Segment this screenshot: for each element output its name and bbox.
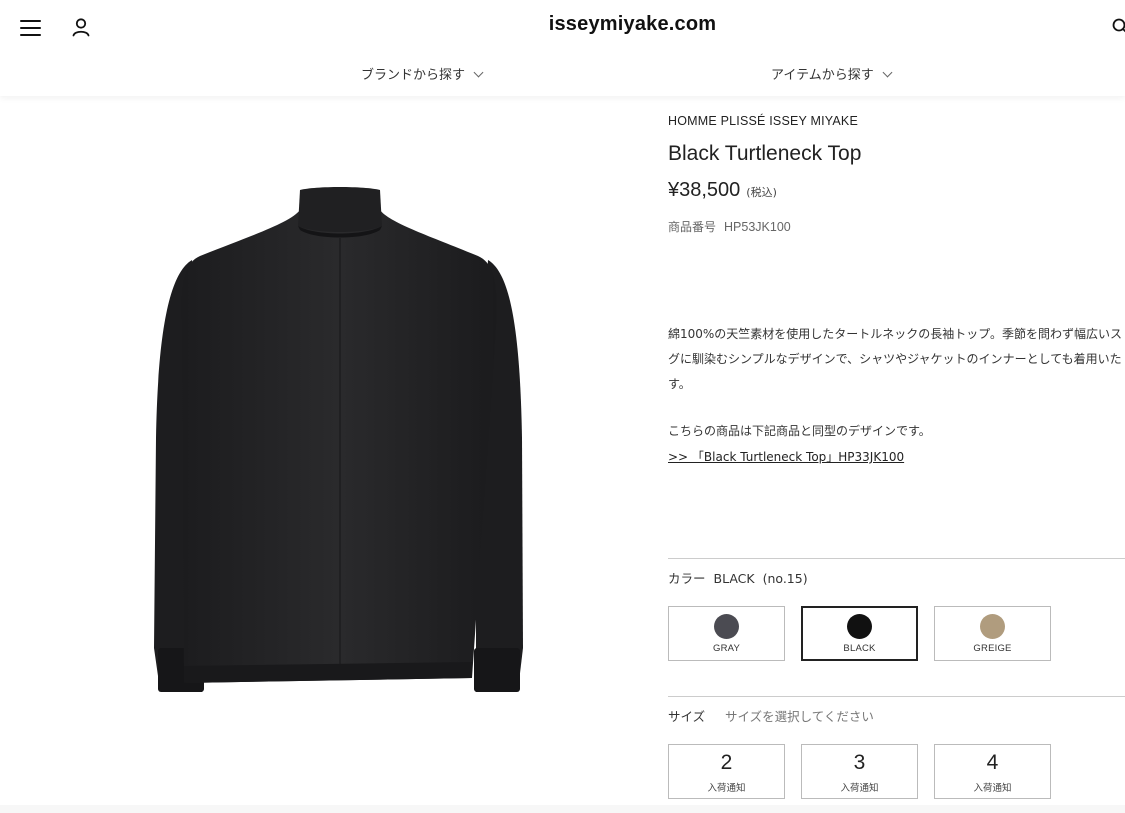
product-number: 商品番号 HP53JK100 — [668, 218, 791, 235]
restock-notice: 入荷通知 — [973, 783, 1012, 794]
product-title: Black Turtleneck Top — [668, 142, 862, 165]
color-swatch-label: GREIGE — [973, 643, 1012, 654]
site-header: isseymiyake.com ブランドから探す アイテムから探す — [0, 0, 1125, 96]
size-value: 3 — [853, 751, 866, 774]
product-number-value: HP53JK100 — [724, 220, 791, 234]
divider — [668, 696, 1125, 697]
restock-notice: 入荷通知 — [707, 783, 746, 794]
color-dot — [980, 614, 1005, 639]
color-swatch-black[interactable]: BLACK — [801, 606, 918, 661]
product-number-label: 商品番号 — [668, 220, 717, 234]
price-value: ¥38,500 — [668, 179, 741, 201]
size-value: 4 — [986, 751, 999, 774]
site-title[interactable]: isseymiyake.com — [0, 13, 1125, 36]
description-line: グに馴染むシンプルなデザインで、シャツやジャケットのインナーとしても着用いた — [668, 352, 1122, 366]
product-description: 綿100%の天竺素材を使用したタートルネックの長袖トップ。季節を問わず幅広いス … — [668, 322, 1125, 397]
nav-item-label: アイテムから探す — [771, 68, 874, 83]
product-price: ¥38,500 (税込) — [668, 179, 777, 202]
chevron-down-icon — [882, 67, 893, 78]
tax-note: (税込) — [746, 186, 777, 199]
size-option-4[interactable]: 4 入荷通知 — [934, 744, 1051, 799]
nav-item-search[interactable]: アイテムから探す — [771, 64, 893, 83]
size-option-2[interactable]: 2 入荷通知 — [668, 744, 785, 799]
color-swatch-label: GRAY — [712, 643, 741, 654]
page-bottom-strip — [0, 805, 1125, 813]
description-line: す。 — [668, 377, 691, 391]
divider — [668, 558, 1125, 559]
color-label: カラー BLACK (no.15) — [668, 568, 816, 587]
size-hint: サイズを選択してください — [725, 709, 874, 724]
selected-color-name: BLACK — [713, 571, 755, 586]
color-swatch-gray[interactable]: GRAY — [668, 606, 785, 661]
chevron-down-icon — [473, 67, 484, 78]
color-swatch-greige[interactable]: GREIGE — [934, 606, 1051, 661]
selected-color-number: (no.15) — [762, 571, 808, 586]
color-label-text: カラー — [668, 571, 706, 586]
nav-brand-search[interactable]: ブランドから探す — [361, 64, 484, 83]
color-dot — [847, 614, 872, 639]
brand-name[interactable]: HOMME PLISSÉ ISSEY MIYAKE — [668, 114, 858, 128]
size-label: サイズ — [668, 709, 706, 724]
related-product-link[interactable]: >> 「Black Turtleneck Top」HP33JK100 — [668, 448, 904, 465]
size-option-3[interactable]: 3 入荷通知 — [801, 744, 918, 799]
size-value: 2 — [720, 751, 733, 774]
restock-notice: 入荷通知 — [840, 783, 879, 794]
product-image — [140, 178, 540, 698]
nav-brand-label: ブランドから探す — [361, 68, 466, 83]
color-swatch-label: BLACK — [843, 643, 876, 654]
search-icon[interactable] — [1111, 17, 1125, 37]
same-design-note: こちらの商品は下記商品と同型のデザインです。 — [668, 424, 931, 438]
description-line: 綿100%の天竺素材を使用したタートルネックの長袖トップ。季節を問わず幅広いス — [668, 327, 1122, 341]
color-dot — [714, 614, 739, 639]
